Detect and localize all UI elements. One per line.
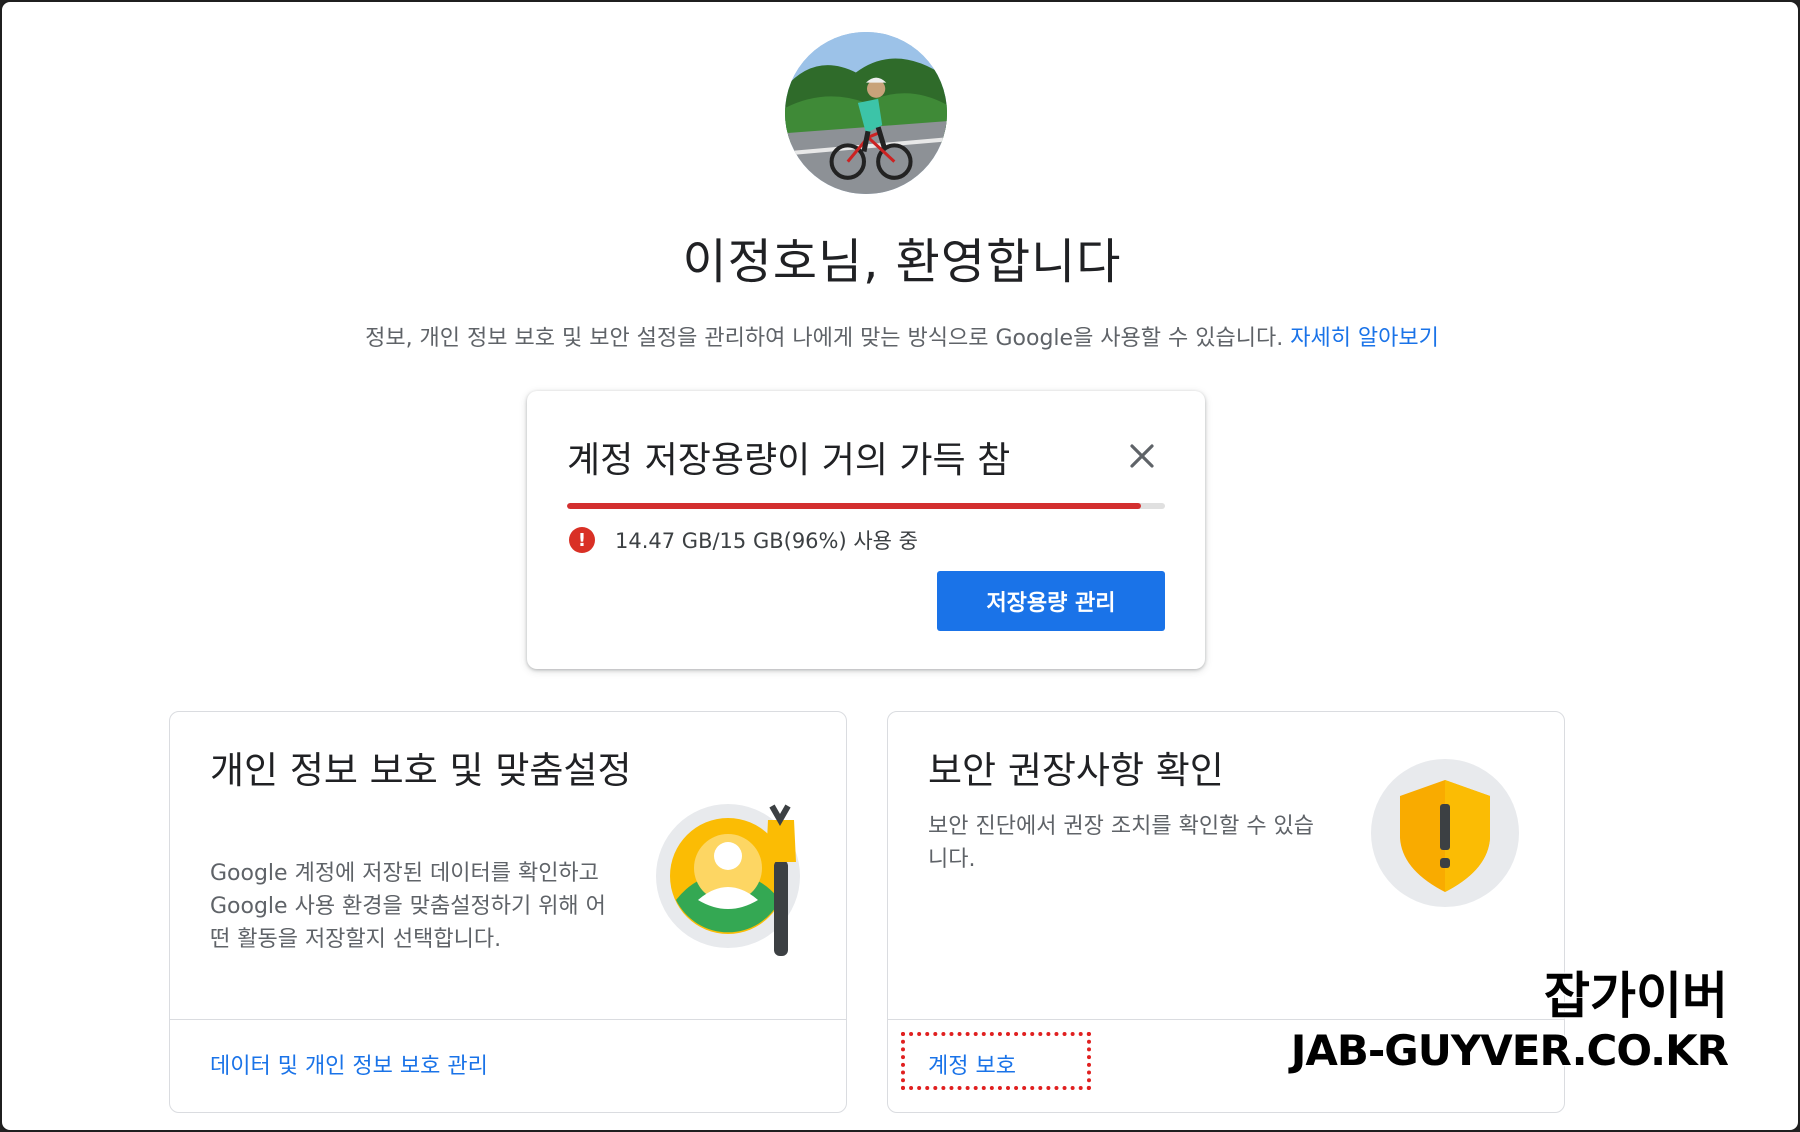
watermark-line2: JAB-GUYVER.CO.KR bbox=[1290, 1025, 1730, 1076]
privacy-card-title: 개인 정보 보호 및 맞춤설정 bbox=[210, 749, 632, 792]
learn-more-link[interactable]: 자세히 알아보기 bbox=[1290, 326, 1439, 351]
privacy-card-description: Google 계정에 저장된 데이터를 확인하고 Google 사용 환경을 맞… bbox=[210, 861, 606, 952]
security-card-title: 보안 권장사항 확인 bbox=[928, 749, 1224, 792]
watermark-line1: 잡가이버 bbox=[1543, 966, 1729, 1026]
storage-usage-row: ! 14.47 GB/15 GB(96%) 사용 중 bbox=[569, 525, 918, 555]
watermark: 잡가이버 JAB-GUYVER.CO.KR bbox=[1290, 966, 1730, 1076]
account-home-page: 이정호님, 환영합니다 정보, 개인 정보 보호 및 보안 설정을 관리하여 나… bbox=[0, 0, 1800, 1132]
welcome-subtitle: 정보, 개인 정보 보호 및 보안 설정을 관리하여 나에게 맞는 방식으로 G… bbox=[2, 320, 1798, 352]
privacy-personalization-icon bbox=[656, 804, 800, 956]
manage-data-privacy-link[interactable]: 데이터 및 개인 정보 보호 관리 bbox=[210, 1048, 488, 1080]
manage-storage-button[interactable]: 저장용량 관리 bbox=[937, 571, 1165, 631]
error-icon: ! bbox=[569, 527, 595, 553]
storage-progress-fill bbox=[567, 503, 1142, 509]
welcome-heading: 이정호님, 환영합니다 bbox=[682, 234, 1122, 290]
close-icon bbox=[1130, 444, 1154, 468]
privacy-card: 개인 정보 보호 및 맞춤설정 Google 계정에 저장된 데이터를 확인하고… bbox=[169, 711, 847, 1113]
security-shield-icon bbox=[1371, 759, 1519, 907]
protect-account-link[interactable]: 계정 보호 bbox=[928, 1048, 1016, 1080]
storage-progress-bar bbox=[567, 503, 1165, 509]
storage-usage-text: 14.47 GB/15 GB(96%) 사용 중 bbox=[615, 529, 918, 553]
avatar-photo bbox=[785, 32, 947, 194]
security-card-description: 보안 진단에서 권장 조치를 확인할 수 있습니다. bbox=[928, 814, 1315, 872]
close-button[interactable] bbox=[1119, 433, 1165, 479]
storage-warning-card: 계정 저장용량이 거의 가득 참 ! 14.47 GB/15 GB(96%) 사… bbox=[527, 391, 1205, 669]
privacy-card-footer: 데이터 및 개인 정보 보호 관리 bbox=[170, 1019, 846, 1112]
profile-avatar[interactable] bbox=[785, 32, 947, 194]
storage-warning-title: 계정 저장용량이 거의 가득 참 bbox=[567, 440, 1011, 481]
subtitle-text: 정보, 개인 정보 보호 및 보안 설정을 관리하여 나에게 맞는 방식으로 G… bbox=[365, 326, 1284, 351]
